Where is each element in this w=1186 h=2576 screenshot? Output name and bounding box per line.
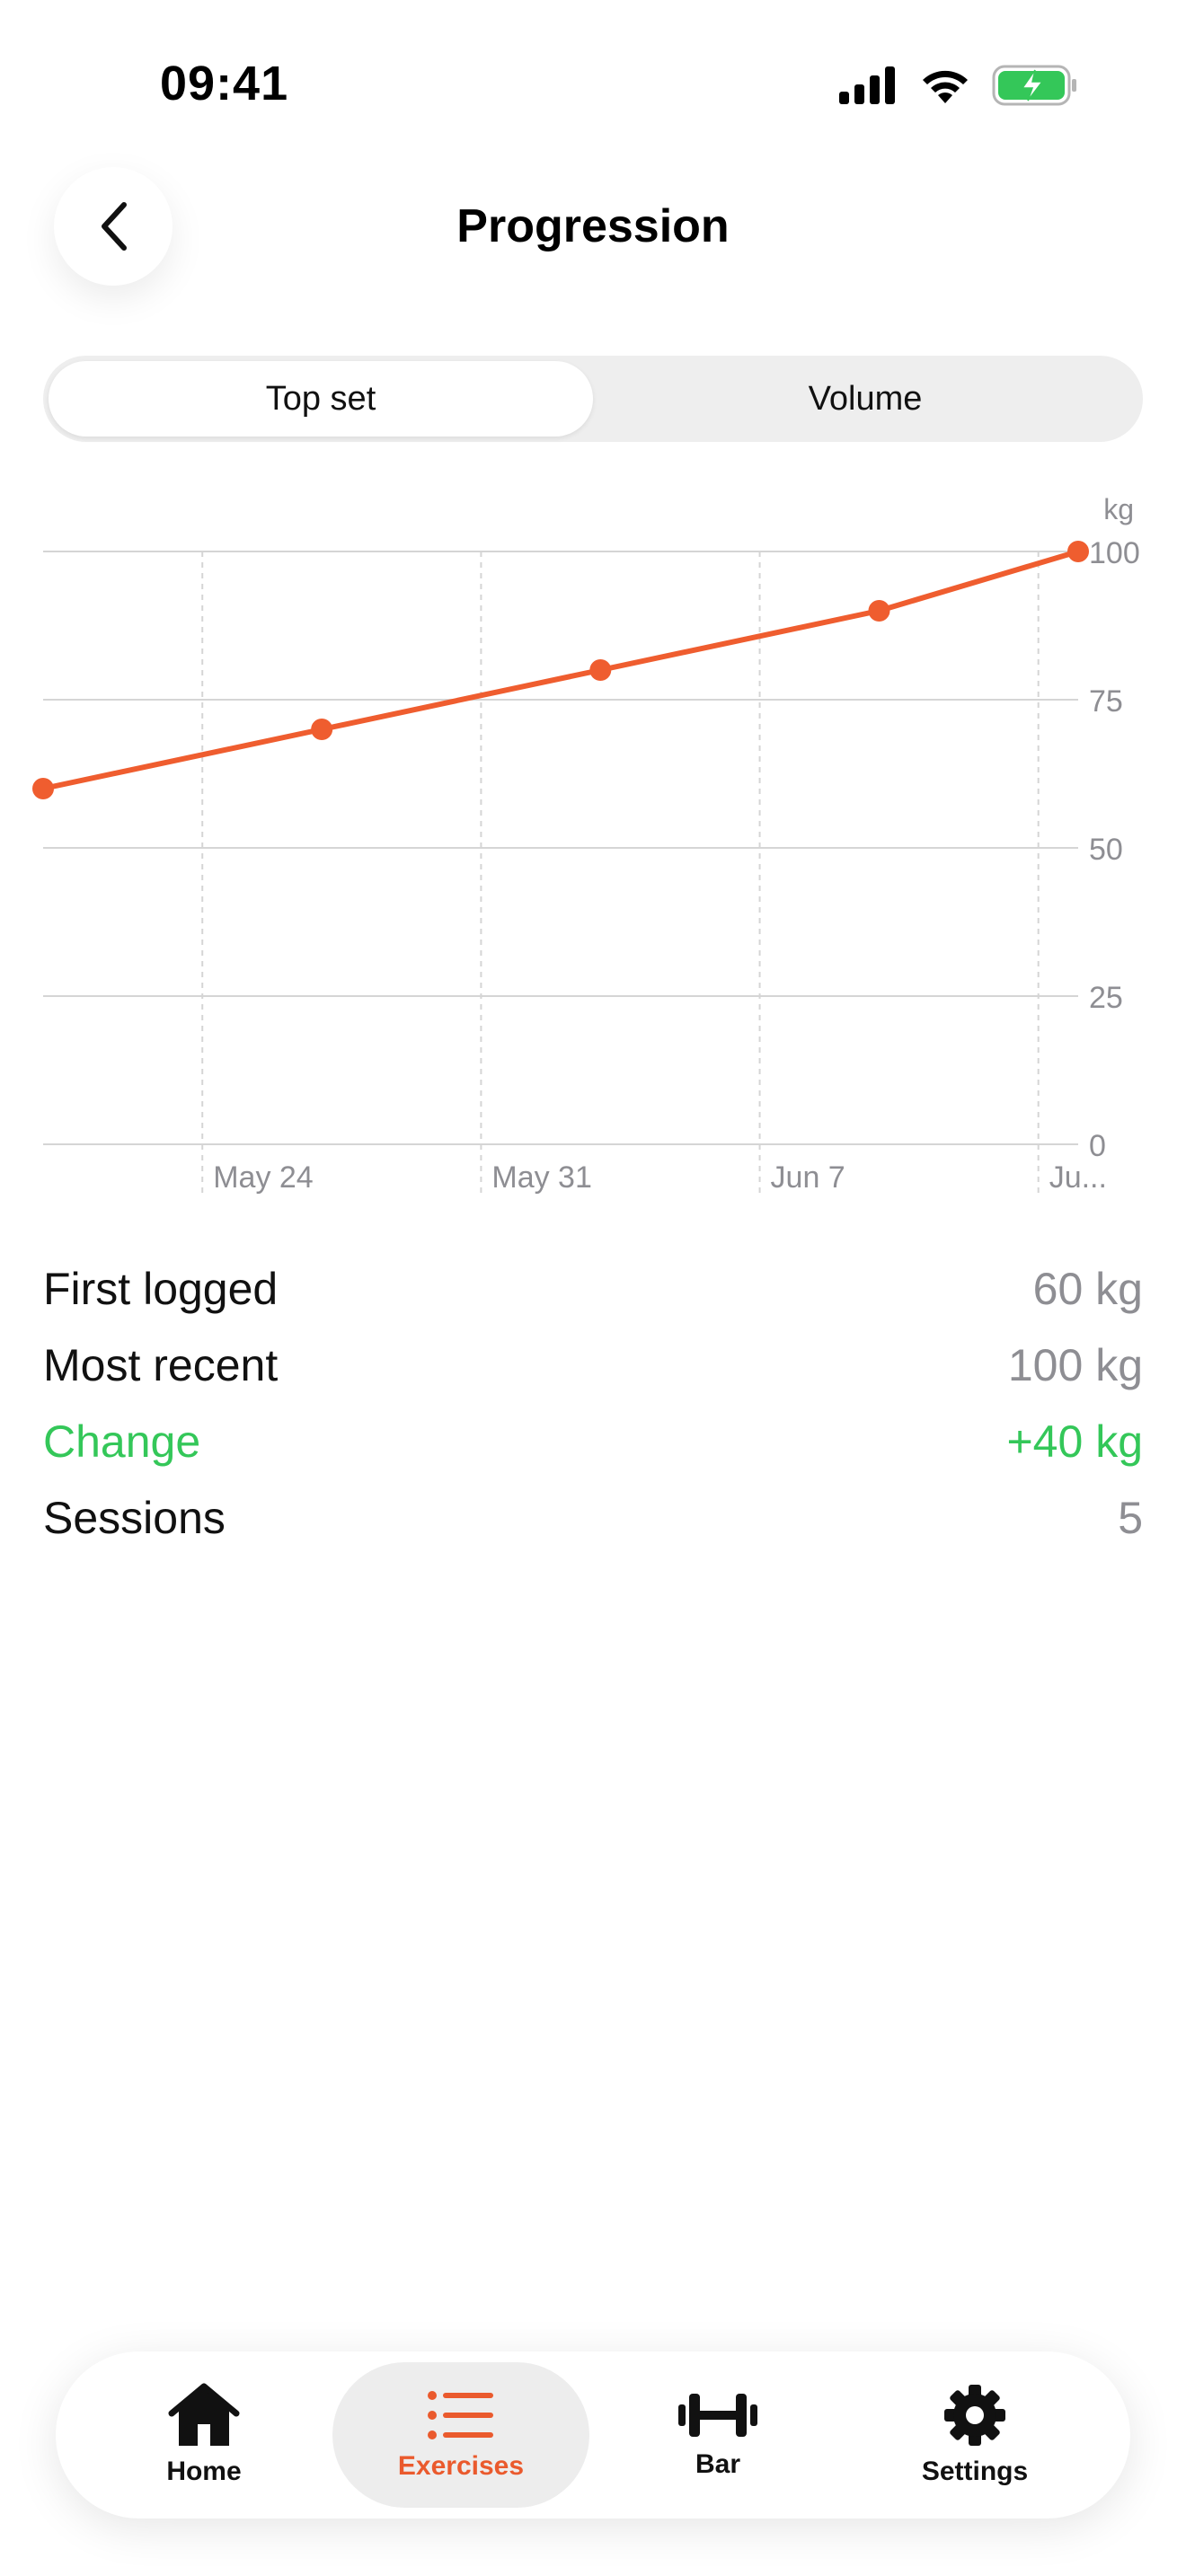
x-tick-label: May 24 [213,1160,314,1195]
stat-label: Sessions [43,1492,226,1543]
list-icon [428,2391,493,2439]
y-tick-label: 75 [1089,684,1123,719]
stat-label: First logged [43,1263,279,1314]
status-icons [837,65,1078,106]
y-unit-label: kg [1103,493,1134,525]
page-title: Progression [456,200,730,252]
gear-icon [944,2385,1005,2446]
battery-charging-icon [992,65,1076,106]
data-point [311,719,333,740]
status-time: 09:41 [160,57,289,110]
data-point [868,600,890,622]
house-icon [168,2383,240,2446]
y-tick-label: 25 [1089,981,1123,1015]
stat-change: Change +40 kg [43,1403,1143,1479]
segment-top-set[interactable]: Top set [49,361,593,437]
tab-exercises[interactable]: Exercises [332,2362,589,2508]
stats-list: First logged 60 kg Most recent 100 kg Ch… [43,1250,1143,1556]
y-tick-label: 100 [1089,536,1140,570]
stat-sessions: Sessions 5 [43,1479,1143,1556]
segmented-control: Top set Volume [43,356,1143,442]
stat-first-logged: First logged 60 kg [43,1250,1143,1327]
x-tick-label: Jun 7 [771,1160,845,1195]
x-tick-label: May 31 [491,1160,592,1195]
tab-bar-item[interactable]: Bar [589,2362,846,2508]
y-tick-label: 0 [1089,1129,1106,1163]
tab-label: Bar [695,2449,741,2479]
tab-label: Exercises [397,2451,525,2481]
progression-chart: 0 25 50 75 100 kg May 24 May 31 Jun 7 Ju... [0,485,1186,1204]
chart-svg: 0 25 50 75 100 kg May 24 May 31 Jun 7 Ju... [32,493,1140,1198]
series-line [40,549,1081,791]
tab-bar: Home Exercises Bar Settings [56,2351,1130,2519]
barbell-icon [678,2394,757,2437]
stat-value: +40 kg [1006,1416,1143,1467]
data-point [589,659,612,681]
stat-label: Change [43,1416,201,1467]
tab-home[interactable]: Home [75,2362,332,2508]
stat-most-recent: Most recent 100 kg [43,1327,1143,1403]
tab-label: Settings [921,2457,1029,2486]
tab-label: Home [166,2457,242,2486]
tab-settings[interactable]: Settings [846,2362,1103,2508]
status-bar: 09:41 [0,0,1186,144]
y-tick-label: 50 [1089,833,1123,867]
x-tick-label: Ju... [1049,1160,1107,1195]
stat-value: 5 [1118,1492,1143,1543]
signal-icon [839,66,895,104]
data-point [32,778,54,799]
data-point [1067,541,1089,562]
stat-value: 100 kg [1007,1339,1143,1390]
segment-volume[interactable]: Volume [593,361,1137,437]
stat-label: Most recent [43,1339,279,1390]
stat-value: 60 kg [1032,1263,1143,1314]
wifi-icon [923,70,968,103]
